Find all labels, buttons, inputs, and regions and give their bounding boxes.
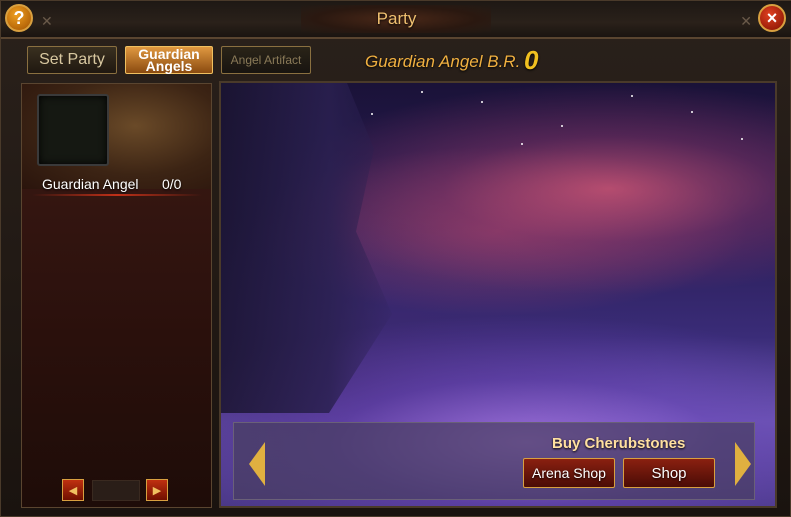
- buy-cherubstones-label: Buy Cherubstones: [552, 435, 686, 452]
- party-window: Party ✕ ✕ ? × Set Party Guardian Angels …: [0, 0, 791, 517]
- list-item[interactable]: Guardian Angel 0/0: [22, 84, 211, 196]
- page-indicator: [92, 480, 140, 501]
- tab-angel-artifact[interactable]: Angel Artifact: [221, 46, 311, 74]
- arrow-left-icon: ◀: [68, 484, 78, 497]
- angel-list-panel: Guardian Angel 0/0 ◀ ▶: [21, 83, 212, 508]
- angel-name: Guardian Angel: [42, 176, 139, 192]
- star: [741, 138, 743, 140]
- scroll-right-arrow-icon[interactable]: [735, 442, 751, 486]
- page-next-button[interactable]: ▶: [146, 479, 168, 501]
- tab-set-party[interactable]: Set Party: [27, 46, 117, 74]
- divider: [32, 194, 202, 196]
- corner-ornament-icon: ✕: [740, 13, 752, 29]
- shop-button[interactable]: Shop: [623, 458, 715, 488]
- star: [421, 91, 423, 93]
- close-button[interactable]: ×: [758, 4, 786, 32]
- tab-guardian-angels[interactable]: Guardian Angels: [125, 46, 213, 74]
- page-prev-button[interactable]: ◀: [62, 479, 84, 501]
- star: [371, 113, 373, 115]
- arrow-right-icon: ▶: [152, 484, 162, 497]
- scene-cliff: [221, 83, 392, 413]
- scroll-left-arrow-icon[interactable]: [249, 442, 265, 486]
- star: [631, 95, 633, 97]
- battle-rating-value: 0: [524, 45, 539, 75]
- star: [691, 111, 693, 113]
- star: [521, 143, 523, 145]
- star: [481, 101, 483, 103]
- corner-ornament-icon: ✕: [41, 13, 53, 29]
- angel-count: 0/0: [162, 176, 182, 192]
- arena-shop-button[interactable]: Arena Shop: [523, 458, 615, 488]
- angel-portrait-slot[interactable]: [37, 94, 109, 166]
- help-button[interactable]: ?: [5, 4, 33, 32]
- battle-rating-label: Guardian Angel B.R.: [365, 52, 521, 71]
- window-title: Party: [376, 9, 417, 28]
- title-bar: Party ✕ ✕: [1, 1, 791, 39]
- star: [561, 125, 563, 127]
